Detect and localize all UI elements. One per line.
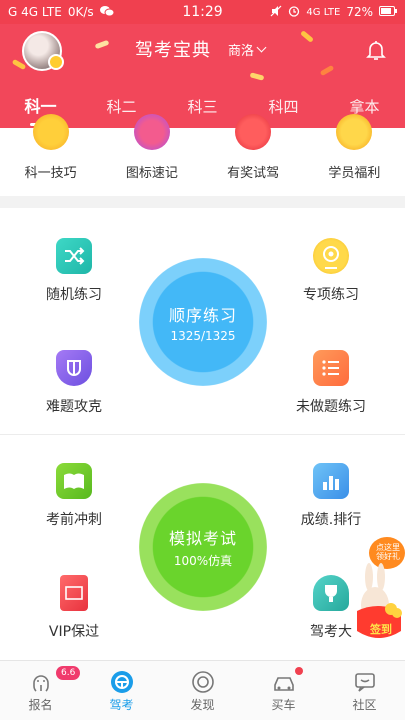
ranking-button[interactable]: 成绩.排行 bbox=[276, 463, 386, 529]
status-bar: G 4G LTE 0K/s 11:29 4G LTE 72% bbox=[0, 0, 405, 24]
nav-item-discover[interactable]: 发现 bbox=[162, 661, 243, 720]
feature-label: VIP保过 bbox=[48, 624, 100, 640]
status-right: 4G LTE 72% bbox=[270, 5, 397, 20]
hard-questions-button[interactable]: 难题攻克 bbox=[19, 350, 129, 416]
car-mascot-icon bbox=[235, 114, 272, 150]
special-practice-button[interactable]: 专项练习 bbox=[276, 238, 386, 304]
feature-label: 考前冲刺 bbox=[46, 512, 102, 528]
quick-label: 图标速记 bbox=[125, 166, 178, 181]
mock-exam-title: 模拟考试 bbox=[168, 529, 237, 548]
section-gap bbox=[0, 196, 405, 208]
header: 驾考宝典 商洛 科一 科二 科三 科四 拿本 bbox=[0, 24, 405, 128]
signin-tip: 点这里领好礼 bbox=[376, 543, 400, 561]
mock-exam-button[interactable]: 模拟考试 100%仿真 bbox=[139, 483, 267, 611]
benefit-icon bbox=[336, 114, 373, 150]
gift-icon bbox=[133, 114, 170, 150]
nav-label: 发现 bbox=[190, 698, 215, 712]
nav-label: 驾考 bbox=[109, 698, 134, 712]
bell-icon bbox=[366, 41, 386, 60]
signin-floating-button[interactable]: 点这里领好礼 签到 bbox=[351, 533, 405, 645]
city-selector[interactable]: 商洛 bbox=[228, 40, 267, 59]
feature-label: 成绩.排行 bbox=[300, 512, 362, 528]
notification-button[interactable] bbox=[364, 38, 388, 62]
feature-label: 随机练习 bbox=[46, 287, 102, 303]
quick-label: 学员福利 bbox=[328, 166, 381, 181]
steering-wheel-icon bbox=[110, 671, 133, 693]
avatar-badge bbox=[48, 54, 64, 70]
nav-item-community[interactable]: 社区 bbox=[324, 661, 405, 720]
feature-label: 专项练习 bbox=[303, 287, 359, 303]
quick-label: 有奖试驾 bbox=[227, 166, 280, 181]
chat-icon bbox=[354, 673, 375, 692]
quick-row: 科一技巧 图标速记 有奖试驾 学员福利 bbox=[0, 114, 405, 196]
quick-item-benefits[interactable]: 学员福利 bbox=[304, 114, 405, 196]
mute-icon bbox=[270, 5, 282, 20]
status-left: G 4G LTE 0K/s bbox=[8, 5, 115, 20]
tab-subject-3[interactable]: 科三 bbox=[162, 88, 243, 128]
nav-item-signup[interactable]: 报名 6.6 bbox=[0, 661, 81, 720]
nav-label: 买车 bbox=[271, 698, 296, 712]
bar-chart-icon bbox=[313, 463, 349, 499]
list-icon bbox=[313, 350, 349, 386]
city-label: 商洛 bbox=[228, 44, 255, 59]
quick-item-icons[interactable]: 图标速记 bbox=[101, 114, 202, 196]
signin-label: 签到 bbox=[370, 623, 392, 636]
section-divider bbox=[0, 434, 405, 435]
nav-item-buy-car[interactable]: 买车 bbox=[243, 661, 324, 720]
confetti-decoration bbox=[319, 64, 335, 77]
confetti-decoration bbox=[94, 39, 110, 50]
nav-label: 报名 bbox=[28, 698, 53, 712]
battery-level: 72% bbox=[346, 5, 373, 19]
promo-badge: 6.6 bbox=[56, 666, 81, 680]
tips-icon bbox=[32, 114, 69, 150]
feature-label: 难题攻克 bbox=[46, 399, 102, 415]
vip-card-icon bbox=[60, 575, 88, 611]
quick-item-tips[interactable]: 科一技巧 bbox=[0, 114, 101, 196]
quick-item-test-drive[interactable]: 有奖试驾 bbox=[203, 114, 304, 196]
battery-icon bbox=[379, 5, 397, 19]
network-indicator: G 4G LTE bbox=[8, 5, 62, 19]
nav-label: 社区 bbox=[352, 698, 377, 712]
book-icon bbox=[56, 463, 92, 499]
compass-icon bbox=[191, 671, 214, 693]
feature-label: 未做题练习 bbox=[296, 399, 366, 415]
confetti-decoration bbox=[300, 30, 314, 43]
bottom-nav: 报名 6.6 驾考 发现 买车 社区 bbox=[0, 660, 405, 720]
vip-button[interactable]: VIP保过 bbox=[19, 575, 129, 641]
car-icon bbox=[273, 677, 294, 691]
notification-dot bbox=[295, 667, 303, 675]
undone-practice-button[interactable]: 未做题练习 bbox=[276, 350, 386, 416]
shuffle-icon bbox=[56, 238, 92, 274]
nav-item-exam[interactable]: 驾考 bbox=[81, 661, 162, 720]
network-indicator-right: 4G LTE bbox=[306, 6, 341, 18]
quick-label: 科一技巧 bbox=[24, 166, 77, 181]
app-title: 驾考宝典 bbox=[135, 40, 211, 61]
wechat-icon bbox=[99, 5, 115, 20]
order-practice-title: 顺序练习 bbox=[168, 305, 237, 325]
sprint-button[interactable]: 考前冲刺 bbox=[19, 463, 129, 529]
mock-exam-sub: 100%仿真 bbox=[173, 554, 233, 568]
shield-icon bbox=[56, 350, 92, 386]
order-practice-button[interactable]: 顺序练习 1325/1325 bbox=[139, 258, 267, 386]
random-practice-button[interactable]: 随机练习 bbox=[19, 238, 129, 304]
confetti-decoration bbox=[249, 72, 265, 81]
chevron-down-icon bbox=[256, 42, 267, 53]
trophy-icon bbox=[313, 575, 349, 611]
order-practice-progress: 1325/1325 bbox=[170, 328, 236, 343]
target-icon bbox=[313, 238, 349, 274]
octopus-icon bbox=[32, 675, 49, 692]
net-speed: 0K/s bbox=[67, 5, 94, 19]
alarm-icon bbox=[288, 5, 300, 20]
